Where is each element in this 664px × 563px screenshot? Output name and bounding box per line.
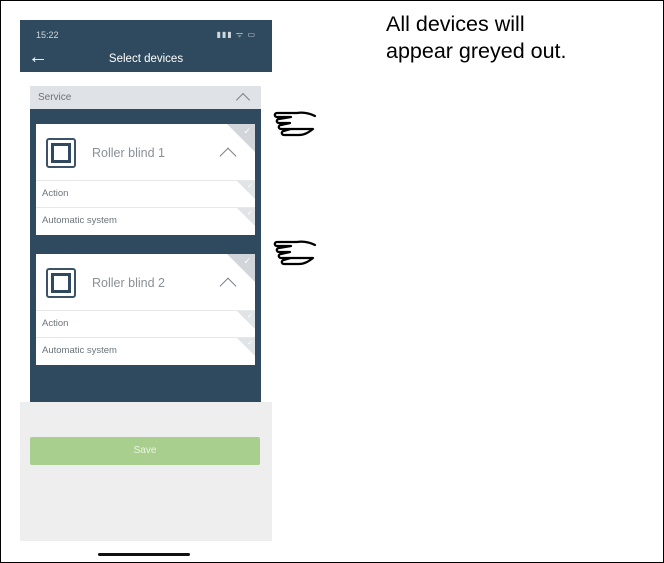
chevron-up-icon [235,92,251,108]
save-button[interactable]: Save [30,437,260,465]
device-name: Roller blind 1 [92,146,165,160]
service-label: Service [38,92,72,103]
row-label: Action [42,318,69,329]
row-label: Automatic system [42,345,117,356]
annotation-line-2: appear greyed out. [386,39,567,63]
annotation-line-1: All devices will [386,12,525,36]
checkmark-icon: ✓ [247,340,253,347]
annotation-text: All devices will appear greyed out. [386,11,654,65]
pointing-hand-icon [273,111,317,137]
checkmark-icon: ✓ [247,210,253,217]
checkmark-icon: ✓ [247,313,253,320]
device-card-header[interactable]: Roller blind 1 ✓ [36,124,255,180]
device-name: Roller blind 2 [92,276,165,290]
home-indicator [98,553,190,556]
device-card-header[interactable]: Roller blind 2 ✓ [36,254,255,310]
device-row-action[interactable]: Action ✓ [36,180,255,207]
checkmark-icon: ✓ [247,183,253,190]
device-row-action[interactable]: Action ✓ [36,310,255,337]
roller-blind-icon [46,138,76,168]
device-card-roller-blind-2[interactable]: Roller blind 2 ✓ Action ✓ Automatic syst… [36,254,255,365]
phone-screen: 15:22 ▮▮▮ ᯤ ▭ ← Select devices Service R… [20,20,272,541]
page-title: Select devices [108,53,184,65]
bottom-panel: Save [20,402,272,541]
roller-blind-icon [46,268,76,298]
device-card-roller-blind-1[interactable]: Roller blind 1 ✓ Action ✓ Automatic syst… [36,124,255,235]
checkmark-icon: ✓ [243,256,251,266]
checkmark-icon: ✓ [243,126,251,136]
status-icons: ▮▮▮ ᯤ ▭ [216,30,256,39]
row-label: Action [42,188,69,199]
pointing-hand-icon [273,240,317,266]
status-time: 15:22 [36,30,59,40]
device-row-automatic-system[interactable]: Automatic system ✓ [36,207,255,234]
device-row-automatic-system[interactable]: Automatic system ✓ [36,337,255,364]
status-bar: 15:22 ▮▮▮ ᯤ ▭ [20,20,272,44]
service-section-header[interactable]: Service [30,86,261,109]
row-label: Automatic system [42,215,117,226]
nav-bar: ← Select devices [20,44,272,72]
